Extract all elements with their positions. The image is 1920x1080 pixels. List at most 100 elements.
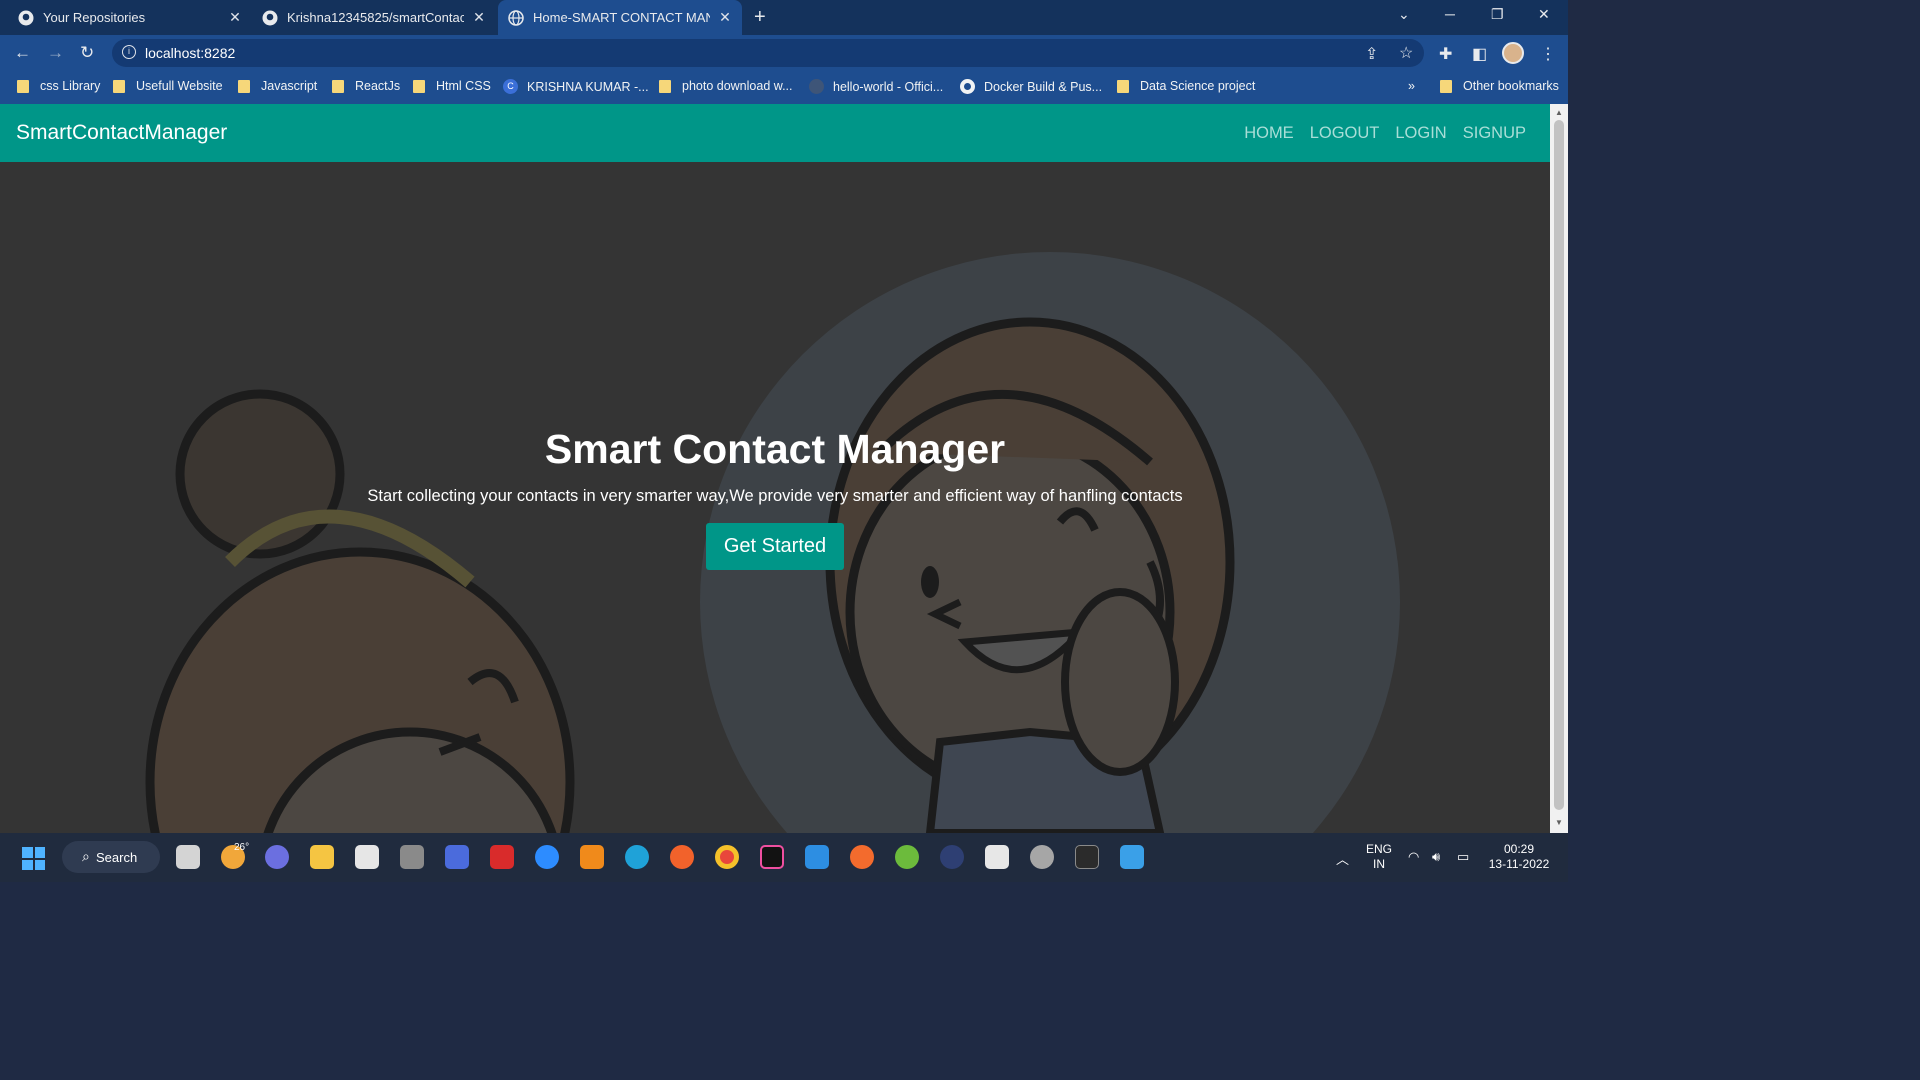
close-icon[interactable]: ✕ bbox=[718, 9, 732, 26]
settings-icon[interactable] bbox=[1030, 845, 1054, 869]
task-view-icon[interactable] bbox=[176, 845, 200, 869]
extensions-icon[interactable]: ✚ bbox=[1439, 44, 1452, 64]
restore-icon[interactable]: ❐ bbox=[1491, 6, 1504, 23]
profile-site-icon: C bbox=[503, 79, 518, 94]
get-started-button[interactable]: Get Started bbox=[705, 523, 845, 570]
chevron-right-icon: » bbox=[1408, 79, 1415, 93]
bookmark-reactjs[interactable]: ReactJs bbox=[332, 79, 400, 93]
bookmark-label: css Library bbox=[40, 79, 101, 93]
intellij-icon[interactable] bbox=[760, 845, 784, 869]
terminal-icon[interactable] bbox=[1075, 845, 1099, 869]
scroll-down-icon[interactable]: ▼ bbox=[1555, 818, 1563, 827]
github-icon bbox=[960, 79, 975, 94]
app-launcher-icon[interactable] bbox=[445, 845, 469, 869]
web-page: SmartContactManager HOME LOGOUT LOGIN SI… bbox=[0, 104, 1550, 833]
bookmark-html-css[interactable]: Html CSS bbox=[413, 79, 491, 93]
close-icon[interactable]: ✕ bbox=[228, 9, 242, 26]
bookmark-hello-world[interactable]: hello-world - Offici... bbox=[809, 79, 943, 94]
nav-login-link[interactable]: LOGIN bbox=[1395, 124, 1446, 143]
bookmark-label: KRISHNA KUMAR -... bbox=[527, 79, 649, 94]
vlc-icon[interactable] bbox=[580, 845, 604, 869]
site-nav-links: HOME LOGOUT LOGIN SIGNUP bbox=[1244, 124, 1526, 143]
mcafee-icon[interactable] bbox=[490, 845, 514, 869]
back-icon[interactable]: ← bbox=[14, 43, 31, 63]
zoom-icon[interactable] bbox=[535, 845, 559, 869]
firefox-icon[interactable] bbox=[670, 845, 694, 869]
close-icon[interactable]: ✕ bbox=[472, 9, 486, 26]
browser-toolbar: ← → ↻ i localhost:8282 ⇪ ☆ ✚ ◧ ⋮ bbox=[0, 35, 1568, 71]
taskbar-search-label: Search bbox=[96, 849, 138, 865]
new-tab-icon[interactable]: + bbox=[754, 6, 766, 29]
site-brand[interactable]: SmartContactManager bbox=[16, 121, 227, 145]
eclipse-icon[interactable] bbox=[940, 845, 964, 869]
spring-tool-icon[interactable] bbox=[895, 845, 919, 869]
paint-icon[interactable] bbox=[1120, 845, 1144, 869]
show-hidden-icons-icon[interactable]: ︿ bbox=[1336, 849, 1349, 868]
side-panel-icon[interactable]: ◧ bbox=[1472, 44, 1487, 64]
share-icon[interactable]: ⇪ bbox=[1365, 44, 1378, 64]
tab-your-repositories[interactable]: Your Repositories ✕ bbox=[8, 0, 252, 35]
nav-signup-link[interactable]: SIGNUP bbox=[1463, 124, 1526, 143]
bookmark-usefull-website[interactable]: Usefull Website bbox=[113, 79, 223, 93]
site-info-icon[interactable]: i bbox=[122, 45, 136, 59]
nav-home-link[interactable]: HOME bbox=[1244, 124, 1294, 143]
tab-home-smart-contact[interactable]: Home-SMART CONTACT MANAG ✕ bbox=[498, 0, 742, 35]
page-scrollbar[interactable]: ▲ ▼ bbox=[1550, 104, 1568, 833]
bookmark-label: photo download w... bbox=[682, 79, 793, 93]
region-code: IN bbox=[1373, 857, 1385, 871]
volume-icon[interactable]: 🔊︎ bbox=[1432, 849, 1440, 865]
bookmark-label: hello-world - Offici... bbox=[833, 79, 944, 94]
folder-icon bbox=[659, 79, 671, 93]
tab-search-chevron-icon[interactable]: ⌄ bbox=[1398, 6, 1410, 23]
bookmark-data-science[interactable]: Data Science project bbox=[1117, 79, 1255, 93]
url-text[interactable]: localhost:8282 bbox=[145, 45, 235, 61]
windows-start-icon[interactable] bbox=[22, 847, 45, 870]
microsoft-store-icon[interactable] bbox=[355, 845, 379, 869]
folder-icon bbox=[1440, 79, 1452, 93]
window-close-icon[interactable]: ✕ bbox=[1538, 6, 1550, 23]
clock-date: 13-11-2022 bbox=[1488, 857, 1550, 871]
bookmark-krishna-kumar[interactable]: C KRISHNA KUMAR -... bbox=[503, 79, 649, 94]
unity-hub-icon[interactable] bbox=[400, 845, 424, 869]
clock-time: 00:29 bbox=[1503, 842, 1535, 856]
site-navbar: SmartContactManager HOME LOGOUT LOGIN SI… bbox=[0, 104, 1550, 162]
bookmark-star-icon[interactable]: ☆ bbox=[1399, 43, 1413, 63]
tab-github-repo[interactable]: Krishna12345825/smartContact-r ✕ bbox=[252, 0, 496, 35]
tab-label: Krishna12345825/smartContact-r bbox=[287, 10, 464, 25]
bookmark-css-library[interactable]: css Library bbox=[17, 79, 100, 93]
forward-icon[interactable]: → bbox=[47, 43, 64, 63]
battery-icon[interactable]: ▭ bbox=[1457, 849, 1469, 865]
scroll-up-icon[interactable]: ▲ bbox=[1555, 108, 1563, 117]
reload-icon[interactable]: ↻ bbox=[80, 43, 94, 63]
bookmarks-overflow-button[interactable]: » bbox=[1408, 79, 1415, 93]
snipping-tool-icon[interactable] bbox=[985, 845, 1009, 869]
minimize-icon[interactable]: ─ bbox=[1445, 6, 1455, 22]
language-code: ENG bbox=[1365, 842, 1392, 856]
folder-icon bbox=[113, 79, 125, 93]
menu-kebab-icon[interactable]: ⋮ bbox=[1540, 44, 1556, 64]
vscode-icon[interactable] bbox=[805, 845, 829, 869]
edge-icon[interactable] bbox=[625, 845, 649, 869]
other-bookmarks[interactable]: Other bookmarks bbox=[1440, 79, 1559, 93]
language-indicator[interactable]: ENG IN bbox=[1364, 842, 1394, 872]
bookmark-label: Docker Build & Pus... bbox=[984, 79, 1103, 94]
bookmark-photo-download[interactable]: photo download w... bbox=[659, 79, 793, 93]
hero-section: Smart Contact Manager Start collecting y… bbox=[0, 426, 1550, 570]
wifi-icon[interactable]: ◠ bbox=[1408, 849, 1419, 865]
chrome-icon[interactable] bbox=[715, 845, 739, 869]
teams-chat-icon[interactable] bbox=[265, 845, 289, 869]
address-bar[interactable]: i localhost:8282 ⇪ ☆ bbox=[112, 39, 1424, 67]
tab-label: Your Repositories bbox=[43, 10, 146, 25]
bookmark-javascript[interactable]: Javascript bbox=[238, 79, 317, 93]
bookmark-docker-build[interactable]: Docker Build & Pus... bbox=[960, 79, 1102, 94]
clock[interactable]: 00:29 13-11-2022 bbox=[1486, 842, 1552, 872]
nav-logout-link[interactable]: LOGOUT bbox=[1310, 124, 1380, 143]
taskbar-search[interactable]: ⌕ Search bbox=[62, 841, 160, 873]
profile-avatar[interactable] bbox=[1502, 42, 1524, 64]
globe-icon bbox=[508, 9, 524, 26]
file-explorer-icon[interactable] bbox=[310, 845, 334, 869]
postman-icon[interactable] bbox=[850, 845, 874, 869]
scrollbar-thumb[interactable] bbox=[1554, 120, 1564, 810]
folder-icon bbox=[332, 79, 344, 93]
hero-title: Smart Contact Manager bbox=[544, 426, 1006, 472]
